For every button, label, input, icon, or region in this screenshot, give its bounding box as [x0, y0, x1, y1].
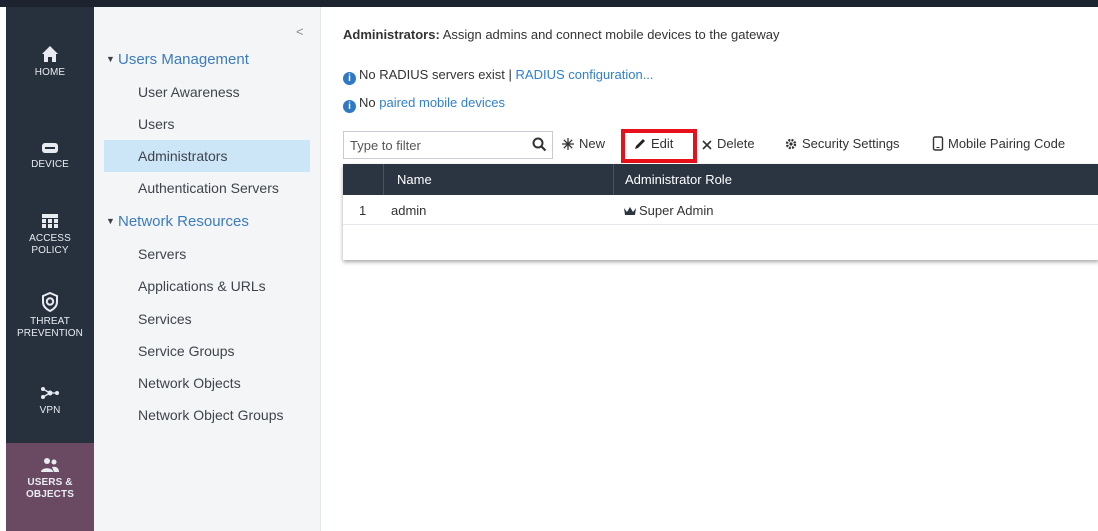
tree-item-service-groups[interactable]: Service Groups — [104, 335, 310, 367]
tree-item-users[interactable]: Users — [104, 108, 310, 140]
threat-prevention-icon — [42, 292, 58, 312]
security-settings-button[interactable]: Security Settings — [784, 136, 900, 151]
vpn-icon — [41, 387, 59, 399]
administrators-table: Name Administrator Role 1 admin Super Ad… — [343, 164, 1098, 260]
main-content: Administrators: Assign admins and connec… — [320, 7, 1098, 531]
close-icon — [702, 140, 712, 150]
search-icon[interactable] — [532, 137, 547, 152]
mobile-icon — [932, 136, 944, 151]
page-title: Administrators: — [343, 27, 440, 42]
tree-item-network-object-groups[interactable]: Network Object Groups — [104, 399, 310, 431]
info-icon: i — [343, 72, 356, 85]
column-header-name[interactable]: Name — [397, 172, 432, 187]
tree-item-administrators[interactable]: Administrators — [104, 140, 310, 172]
filter-box — [343, 131, 553, 159]
tree-item-services[interactable]: Services — [104, 303, 310, 335]
radius-notice: i No RADIUS servers exist | RADIUS config… — [343, 67, 654, 85]
toolbar: New Edit Delete Security Settings Mobile… — [343, 129, 1098, 163]
crown-icon — [624, 207, 636, 215]
cell-name: admin — [391, 203, 427, 218]
caret-down-icon: ▼ — [106, 54, 115, 64]
nav-threat-prevention[interactable]: THREAT PREVENTION — [6, 292, 94, 340]
nav-device[interactable]: DEVICE — [6, 141, 94, 171]
new-icon — [562, 138, 574, 150]
gear-icon — [785, 138, 797, 150]
info-icon: i — [343, 100, 356, 113]
users-objects-icon — [41, 458, 59, 472]
tree-group-users-management[interactable]: ▼ Users Management — [106, 51, 249, 68]
home-icon — [42, 46, 58, 62]
mobile-pairing-code-button[interactable]: Mobile Pairing Code — [932, 136, 1065, 151]
table-row[interactable]: 1 admin Super Admin — [343, 195, 1098, 225]
device-icon — [42, 143, 58, 153]
edit-highlight-box — [621, 129, 697, 163]
main-nav: HOME DEVICE ACCESS POLICY THREAT PREVENT… — [6, 7, 94, 531]
collapse-sidebar-button[interactable]: < — [296, 24, 306, 39]
table-header: Name Administrator Role — [343, 164, 1098, 195]
page-header: Administrators: Assign admins and connec… — [343, 27, 779, 42]
tree-group-network-resources[interactable]: ▼ Network Resources — [106, 213, 249, 230]
mobile-notice: i No paired mobile devices — [343, 95, 505, 113]
top-strip — [0, 0, 1098, 7]
nav-home[interactable]: HOME — [6, 45, 94, 79]
filter-input[interactable] — [350, 136, 520, 154]
cell-role: Super Admin — [623, 203, 713, 218]
delete-button[interactable]: Delete — [701, 136, 755, 151]
nav-vpn[interactable]: VPN — [6, 385, 94, 417]
tree-item-user-awareness[interactable]: User Awareness — [104, 76, 310, 108]
tree-item-network-objects[interactable]: Network Objects — [104, 367, 310, 399]
tree-item-authentication-servers[interactable]: Authentication Servers — [104, 172, 310, 204]
row-index: 1 — [359, 203, 367, 218]
radius-configuration-link[interactable]: RADIUS configuration... — [516, 67, 654, 82]
nav-users-objects[interactable]: USERS & OBJECTS — [6, 443, 94, 531]
page-description: Assign admins and connect mobile devices… — [439, 27, 780, 42]
tree-item-servers[interactable]: Servers — [104, 238, 310, 270]
column-divider — [613, 164, 614, 195]
tree-sidebar: ▼ Users Management User Awareness Users A… — [94, 7, 320, 531]
column-divider — [383, 164, 384, 195]
caret-down-icon: ▼ — [106, 216, 115, 226]
paired-mobile-devices-link[interactable]: paired mobile devices — [379, 95, 505, 110]
access-policy-icon — [42, 214, 58, 228]
column-header-role[interactable]: Administrator Role — [625, 172, 732, 187]
tree-item-applications-urls[interactable]: Applications & URLs — [104, 270, 310, 302]
nav-access-policy[interactable]: ACCESS POLICY — [6, 213, 94, 257]
new-button[interactable]: New — [561, 136, 605, 151]
